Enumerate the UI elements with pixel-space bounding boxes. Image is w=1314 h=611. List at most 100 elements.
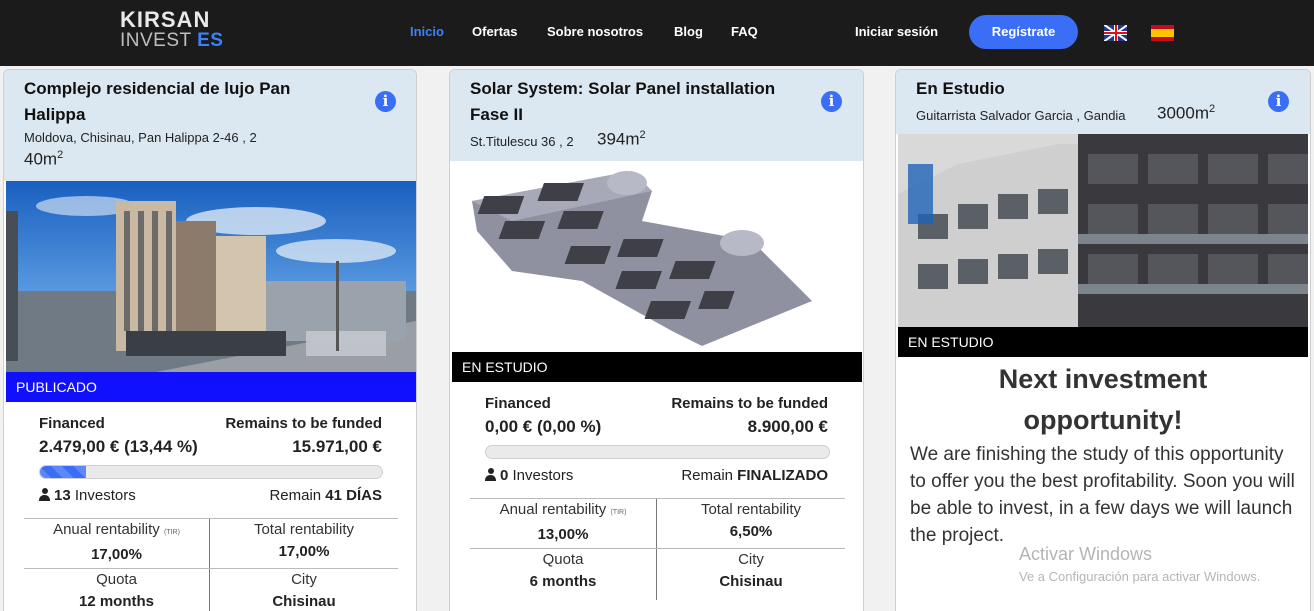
funding-progress-bar [485, 445, 830, 459]
anual-rentability: Anual rentability (TIR) 17,00% [24, 519, 209, 566]
tir-note: (TIR) [610, 509, 627, 516]
quota-label: Quota [96, 571, 137, 588]
card-area: 40m2 [24, 149, 63, 170]
city-value: Chisinau [719, 573, 783, 590]
project-image-solar-panels[interactable] [452, 161, 862, 352]
remain-time: Remain FINALIZADO [681, 467, 828, 484]
project-photo-building[interactable] [898, 134, 1308, 327]
remain-value: FINALIZADO [737, 467, 828, 484]
financed-value: 0,00 € (0,00 %) [485, 417, 602, 436]
info-icon[interactable]: i [821, 91, 842, 112]
user-icon [485, 468, 496, 481]
next-opportunity-title-line1: Next investment [998, 364, 1208, 394]
status-badge: EN ESTUDIO [898, 327, 1308, 357]
kirsan-logo[interactable]: KIRSAN INVEST ES [120, 9, 230, 53]
logo-invest-text: INVEST [120, 30, 192, 51]
logo-wordmark-top: KIRSAN [120, 7, 211, 32]
city: City Chisinau [210, 569, 398, 611]
city-value: Chisinau [272, 593, 336, 610]
progress-fill [40, 466, 86, 478]
top-navbar: KIRSAN INVEST ES Inicio Ofertas Sobre no… [0, 0, 1314, 66]
city-label: City [738, 551, 764, 568]
remain-time: Remain 41 DÍAS [269, 487, 382, 504]
area-unit-sup: 2 [57, 149, 64, 161]
status-badge: PUBLICADO [6, 372, 416, 402]
area-unit-sup: 2 [639, 129, 646, 141]
info-icon[interactable]: i [375, 91, 396, 112]
card-header: Complejo residencial de lujo Pan Halippa… [4, 70, 416, 181]
card-header: Solar System: Solar Panel installation F… [450, 70, 863, 161]
register-button[interactable]: Regístrate [969, 15, 1078, 49]
login-link[interactable]: Iniciar sesión [855, 24, 938, 39]
investors-count: 13 Investors [39, 487, 136, 504]
project-card-solar-system[interactable]: Solar System: Solar Panel installation F… [449, 69, 864, 611]
investors-count: 0 Investors [485, 467, 573, 484]
card-address: St.Titulescu 36 , 2 [470, 134, 574, 149]
remains-value: 8.900,00 € [747, 417, 828, 436]
windows-activation-watermark-text: Ve a Configuración para activar Windows. [1019, 569, 1261, 584]
project-card-en-estudio[interactable]: En Estudio Guitarrista Salvador Garcia ,… [895, 69, 1311, 611]
city: City Chisinau [657, 549, 845, 593]
quota-label: Quota [542, 551, 584, 568]
spain-flag-icon[interactable] [1151, 25, 1174, 41]
total-label: Total rentability [700, 501, 802, 518]
remains-label: Remains to be funded [225, 415, 382, 432]
remains-value: 15.971,00 € [292, 437, 382, 456]
remain-label: Remain [681, 467, 733, 484]
total-value: 6,50% [729, 523, 773, 540]
total-label: Total rentability [253, 521, 355, 538]
total-rentability: Total rentability 17,00% [210, 519, 398, 563]
logo-wordmark-bottom: INVEST ES [120, 31, 230, 51]
total-rentability: Total rentability 6,50% [657, 499, 845, 543]
logo-es-text: ES [197, 30, 224, 51]
stats-grid: Anual rentability (TIR) 13,00% Total ren… [470, 498, 845, 600]
next-opportunity-text: We are finishing the study of this oppor… [910, 444, 1295, 546]
card-address: Guitarrista Salvador Garcia , Gandia [916, 108, 1126, 123]
anual-value: 17,00% [91, 546, 142, 563]
investors-label: Investors [512, 467, 574, 484]
total-value: 17,00% [278, 543, 330, 560]
uk-flag-icon[interactable] [1104, 25, 1127, 41]
card-area: 394m2 [597, 129, 646, 150]
quota: Quota 6 months [470, 549, 656, 593]
funding-progress-bar [39, 465, 383, 479]
quota: Quota 12 months [24, 569, 209, 611]
remain-label: Remain [269, 487, 322, 504]
info-icon[interactable]: i [1268, 91, 1289, 112]
city-label: City [291, 571, 317, 588]
area-value: 40m [24, 149, 58, 169]
investors-number: 13 [54, 487, 71, 504]
anual-label: Anual rentability [499, 501, 607, 518]
investors-number: 0 [500, 467, 509, 484]
stats-grid: Anual rentability (TIR) 17,00% Total ren… [24, 518, 398, 611]
card-header: En Estudio Guitarrista Salvador Garcia ,… [896, 70, 1310, 134]
remains-label: Remains to be funded [671, 395, 828, 412]
status-badge: EN ESTUDIO [452, 352, 862, 382]
next-opportunity-title-line2: opportunity! [1023, 405, 1183, 435]
anual-rentability: Anual rentability (TIR) 13,00% [470, 499, 656, 546]
tir-note: (TIR) [163, 529, 180, 536]
nav-ofertas[interactable]: Ofertas [472, 24, 518, 39]
area-value: 3000m [1157, 103, 1209, 123]
card-title[interactable]: Complejo residencial de lujo Pan Halippa [24, 76, 354, 128]
card-title[interactable]: En Estudio [916, 76, 1246, 102]
card-title[interactable]: Solar System: Solar Panel installation F… [470, 76, 800, 128]
windows-activation-watermark-title: Activar Windows [1019, 544, 1153, 564]
financed-label: Financed [39, 415, 105, 432]
card-address: Moldova, Chisinau, Pan Halippa 2-46 , 2 [24, 130, 257, 145]
area-value: 394m [597, 129, 640, 149]
quota-value: 12 months [78, 593, 154, 610]
financed-value: 2.479,00 € (13,44 %) [39, 437, 198, 456]
nav-inicio[interactable]: Inicio [410, 24, 444, 39]
quota-value: 6 months [529, 573, 597, 590]
anual-value: 13,00% [537, 526, 589, 543]
card-area: 3000m2 [1157, 103, 1215, 124]
project-photo-residential[interactable] [6, 181, 416, 372]
area-unit-sup: 2 [1208, 103, 1216, 115]
project-card-pan-halippa[interactable]: Complejo residencial de lujo Pan Halippa… [3, 69, 417, 611]
nav-sobre-nosotros[interactable]: Sobre nosotros [547, 24, 643, 39]
nav-blog[interactable]: Blog [674, 24, 703, 39]
nav-faq[interactable]: FAQ [731, 24, 758, 39]
anual-label: Anual rentability [53, 521, 160, 538]
financed-label: Financed [485, 395, 551, 412]
